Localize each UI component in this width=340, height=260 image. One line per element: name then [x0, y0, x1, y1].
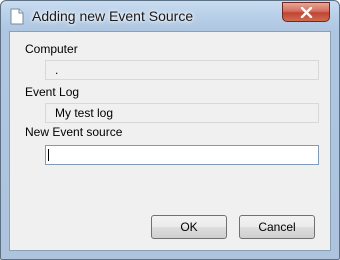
new-event-source-label: New Event source	[25, 125, 123, 139]
text-caret	[48, 149, 49, 161]
close-button[interactable]	[282, 2, 330, 22]
document-icon	[10, 8, 24, 25]
cancel-button[interactable]: Cancel	[239, 215, 315, 239]
close-icon	[300, 7, 313, 18]
event-log-label: Event Log	[25, 85, 80, 99]
window-title: Adding new Event Source	[32, 8, 194, 24]
ok-button[interactable]: OK	[151, 215, 227, 239]
event-log-field: My test log	[45, 103, 319, 123]
new-event-source-input[interactable]	[45, 145, 319, 165]
computer-label: Computer	[25, 42, 78, 56]
title-bar[interactable]: Adding new Event Source	[1, 1, 339, 31]
dialog-window: Adding new Event Source Computer . Event…	[0, 0, 340, 260]
computer-field: .	[45, 60, 319, 80]
